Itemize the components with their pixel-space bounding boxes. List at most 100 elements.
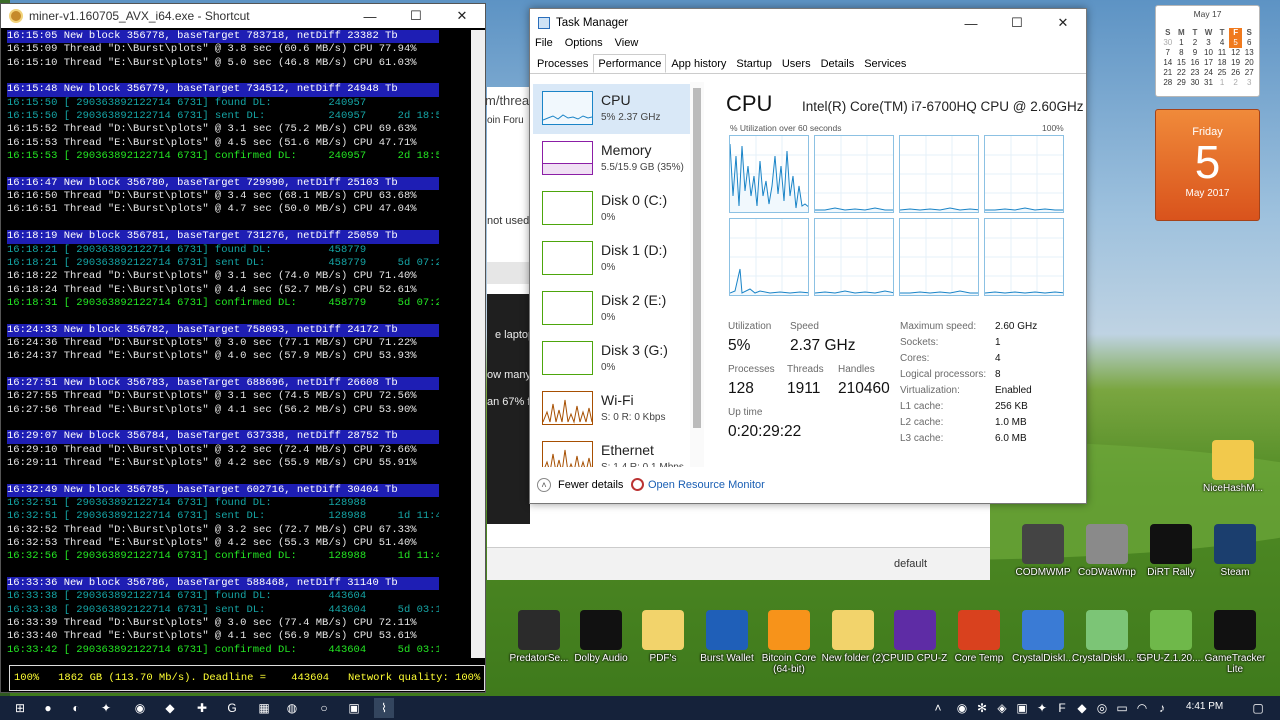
calendar-day[interactable]: 3 bbox=[1242, 78, 1256, 88]
tab-app-history[interactable]: App history bbox=[666, 54, 731, 73]
menu-item-file[interactable]: File bbox=[535, 37, 553, 54]
desktop-icon[interactable]: CODMWMP bbox=[1008, 524, 1078, 578]
calendar-day[interactable]: 13 bbox=[1242, 48, 1256, 58]
task-manager-window[interactable]: Task Manager — ☐ ✕ File Options View Proce… bbox=[529, 8, 1087, 504]
calendar-day[interactable]: 11 bbox=[1215, 48, 1229, 58]
tab-processes[interactable]: Processes bbox=[532, 54, 593, 73]
scrollbar-thumb[interactable] bbox=[693, 88, 701, 428]
calendar-day[interactable]: 15 bbox=[1175, 58, 1189, 68]
resource-item-disk-1-d[interactable]: Disk 1 (D:) 0% bbox=[533, 234, 693, 284]
calendar-day[interactable]: 20 bbox=[1242, 58, 1256, 68]
miner-console-window[interactable]: miner-v1.160705_AVX_i64.exe - Shortcut —… bbox=[0, 3, 486, 693]
tm-resource-scrollbar[interactable] bbox=[690, 82, 704, 467]
bluetooth-icon[interactable]: ✻ bbox=[972, 698, 992, 718]
calendar-day[interactable]: 8 bbox=[1175, 48, 1189, 58]
calendar-day[interactable]: 27 bbox=[1242, 68, 1256, 78]
miner-app-icon[interactable]: ◍ bbox=[282, 698, 302, 718]
desktop-icon[interactable]: PDF's bbox=[628, 610, 698, 664]
desktop-icon[interactable]: New folder (2) bbox=[818, 610, 888, 664]
console-scrollbar[interactable] bbox=[471, 30, 485, 658]
app-icon[interactable]: ◐ bbox=[66, 698, 86, 718]
app-icon[interactable]: ○ bbox=[314, 698, 334, 718]
tray-icon[interactable]: F bbox=[1052, 698, 1072, 718]
resource-item-cpu[interactable]: CPU 5% 2.37 GHz bbox=[533, 84, 693, 134]
calendar-day[interactable]: 31 bbox=[1202, 78, 1216, 88]
menu-item-options[interactable]: Options bbox=[565, 37, 603, 54]
calendar-day[interactable]: 10 bbox=[1202, 48, 1216, 58]
tm-titlebar[interactable]: Task Manager — ☐ ✕ bbox=[530, 9, 1086, 37]
tab-performance[interactable]: Performance bbox=[593, 54, 667, 73]
close-button[interactable]: ✕ bbox=[439, 4, 485, 28]
minimize-button[interactable]: — bbox=[347, 4, 393, 28]
calendar-day[interactable]: 4 bbox=[1215, 38, 1229, 48]
desktop-icon[interactable]: PredatorSe... bbox=[504, 610, 574, 664]
resource-item-ethernet[interactable]: Ethernet S: 1.4 R: 0.1 Mbps bbox=[533, 434, 693, 467]
gametracker-icon[interactable]: G bbox=[222, 698, 242, 718]
close-button[interactable]: ✕ bbox=[1040, 11, 1086, 35]
app-icon[interactable]: ◆ bbox=[160, 698, 180, 718]
desktop-icon[interactable]: CrystalDiskI... 5 bbox=[1072, 610, 1142, 664]
resource-item-wi-fi[interactable]: Wi-Fi S: 0 R: 0 Kbps bbox=[533, 384, 693, 434]
calendar-day[interactable]: 17 bbox=[1202, 58, 1216, 68]
desktop-icon[interactable]: CPUID CPU-Z bbox=[880, 610, 950, 664]
tray-icon[interactable]: ▣ bbox=[1012, 698, 1032, 718]
calendar-day[interactable]: 19 bbox=[1229, 58, 1243, 68]
maximize-button[interactable]: ☐ bbox=[393, 4, 439, 28]
app-icon[interactable]: ✦ bbox=[96, 698, 116, 718]
calendar-day[interactable]: 25 bbox=[1215, 68, 1229, 78]
resource-item-disk-3-g[interactable]: Disk 3 (G:) 0% bbox=[533, 334, 693, 384]
tab-services[interactable]: Services bbox=[859, 54, 911, 73]
resource-item-disk-0-c[interactable]: Disk 0 (C:) 0% bbox=[533, 184, 693, 234]
calendar-day[interactable]: 26 bbox=[1229, 68, 1243, 78]
desktop-icon[interactable]: Dolby Audio bbox=[566, 610, 636, 664]
menu-item-view[interactable]: View bbox=[615, 37, 639, 54]
desktop-icon[interactable]: NiceHashM... bbox=[1198, 440, 1268, 494]
desktop-icon[interactable]: CrystalDiskI... bbox=[1008, 610, 1078, 664]
tab-details[interactable]: Details bbox=[816, 54, 860, 73]
chevron-up-icon[interactable]: ˄ bbox=[537, 478, 551, 492]
maximize-button[interactable]: ☐ bbox=[994, 11, 1040, 35]
taskbar-clock[interactable]: 4:41 PM bbox=[1186, 701, 1223, 712]
calendar-day[interactable]: 7 bbox=[1161, 48, 1175, 58]
tray-icon[interactable]: ◎ bbox=[1092, 698, 1112, 718]
tray-icon[interactable]: ◆ bbox=[1072, 698, 1092, 718]
calendar-day[interactable]: 24 bbox=[1202, 68, 1216, 78]
calendar-day[interactable]: 29 bbox=[1175, 78, 1189, 88]
tray-icon[interactable]: ◉ bbox=[952, 698, 972, 718]
fewer-details-link[interactable]: Fewer details bbox=[558, 479, 623, 491]
calculator-icon[interactable]: ▦ bbox=[254, 698, 274, 718]
battery-icon[interactable]: ▭ bbox=[1112, 698, 1132, 718]
calendar-day[interactable]: 28 bbox=[1161, 78, 1175, 88]
calendar-day[interactable]: 30 bbox=[1161, 38, 1175, 48]
open-resource-monitor-link[interactable]: Open Resource Monitor bbox=[648, 479, 765, 491]
desktop-icon[interactable]: DiRT Rally bbox=[1136, 524, 1206, 578]
desktop-icon[interactable]: Core Temp bbox=[944, 610, 1014, 664]
desktop-icon[interactable]: Burst Wallet bbox=[692, 610, 762, 664]
calendar-day[interactable]: 14 bbox=[1161, 58, 1175, 68]
console-titlebar[interactable]: miner-v1.160705_AVX_i64.exe - Shortcut —… bbox=[1, 4, 485, 28]
volume-icon[interactable]: ♪ bbox=[1152, 698, 1172, 718]
cortana-icon[interactable]: ● bbox=[38, 698, 58, 718]
resource-item-memory[interactable]: Memory 5.5/15.9 GB (35%) bbox=[533, 134, 693, 184]
desktop-icon[interactable]: CoDWaWmp bbox=[1072, 524, 1142, 578]
start-windows-icon[interactable]: ⊞ bbox=[10, 698, 30, 718]
calendar-day[interactable]: 2 bbox=[1188, 38, 1202, 48]
calendar-day[interactable]: 21 bbox=[1161, 68, 1175, 78]
calendar-day[interactable]: 30 bbox=[1188, 78, 1202, 88]
calendar-day[interactable]: 2 bbox=[1229, 78, 1243, 88]
chevron-up-icon[interactable]: ˄ bbox=[928, 698, 948, 718]
desktop-icon[interactable]: Steam bbox=[1200, 524, 1270, 578]
calendar-day[interactable]: 9 bbox=[1188, 48, 1202, 58]
calendar-day[interactable]: 12 bbox=[1229, 48, 1243, 58]
calendar-gadget[interactable]: May 17 S M T W T F S 30 1 2 3 4 5 6 7 8 9 10 11 12 13 14 15 16 1… bbox=[1155, 5, 1260, 221]
minimize-button[interactable]: — bbox=[948, 11, 994, 35]
wifi-icon[interactable]: ◠ bbox=[1132, 698, 1152, 718]
desktop-icon[interactable]: Bitcoin Core (64-bit) bbox=[754, 610, 824, 675]
tray-icon[interactable]: ◈ bbox=[992, 698, 1012, 718]
calendar-day[interactable]: 5 bbox=[1228, 38, 1243, 48]
app-icon[interactable]: ▣ bbox=[344, 698, 364, 718]
tray-icon[interactable]: ✦ bbox=[1032, 698, 1052, 718]
tab-startup[interactable]: Startup bbox=[731, 54, 776, 73]
notifications-icon[interactable]: ▢ bbox=[1248, 698, 1268, 718]
calendar-day[interactable]: 6 bbox=[1242, 38, 1256, 48]
